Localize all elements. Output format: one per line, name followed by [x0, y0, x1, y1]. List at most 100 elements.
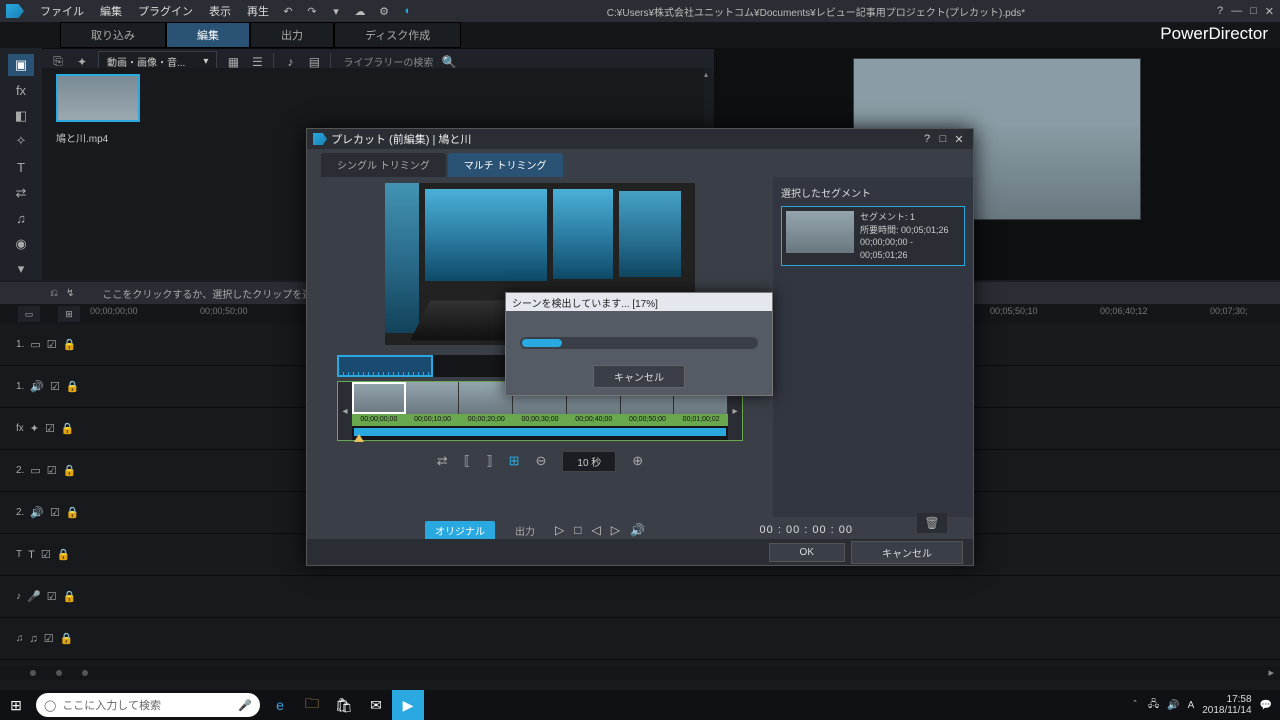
cloud-icon[interactable]: ☁ — [353, 4, 367, 18]
explorer-icon[interactable]: 🗀 — [296, 690, 328, 720]
tool-split-icon[interactable]: ↯ — [66, 288, 74, 299]
minimize-icon[interactable]: ― — [1231, 5, 1242, 18]
taskbar-search[interactable]: ◯ ここに入力して検索 🎤 — [36, 693, 260, 717]
next-frame-icon[interactable]: ▷ — [611, 523, 620, 537]
lock-icon[interactable]: 🔒 — [63, 590, 77, 603]
volume-icon[interactable]: 🔊 — [630, 523, 645, 537]
lock-icon[interactable]: 🔒 — [60, 632, 74, 645]
eye-icon[interactable]: ☑ — [47, 464, 57, 477]
eye-icon[interactable]: ☑ — [47, 590, 57, 603]
chapter-room-icon[interactable]: ▾ — [8, 259, 34, 281]
filmstrip-frame[interactable] — [406, 382, 460, 414]
eye-icon[interactable]: ☑ — [41, 548, 51, 561]
chip-output[interactable]: 出力 — [505, 521, 545, 540]
eye-icon[interactable]: ☑ — [47, 338, 57, 351]
tab-single-trim[interactable]: シングル トリミング — [321, 153, 446, 177]
fx-room-icon[interactable]: fx — [8, 80, 34, 102]
timeline-h-scrollbar[interactable]: ▸ — [0, 666, 1280, 680]
precut-titlebar[interactable]: プレカット (前編集) | 鳩と川 ? □ ✕ — [307, 129, 973, 149]
maximize-icon[interactable]: □ — [935, 133, 951, 145]
eye-icon[interactable]: ☑ — [50, 506, 60, 519]
stop-icon[interactable]: □ — [574, 523, 581, 537]
menu-edit[interactable]: 編集 — [92, 1, 130, 21]
eye-icon[interactable]: ☑ — [45, 422, 55, 435]
zoom-out-icon[interactable]: ⊖ — [535, 453, 546, 469]
voice-track[interactable]: ♪🎤☑🔒 — [0, 576, 1280, 618]
tab-disc[interactable]: ディスク作成 — [334, 22, 461, 48]
play-icon[interactable]: ▷ — [555, 523, 564, 537]
mic-icon[interactable]: 🎤 — [238, 699, 252, 712]
transition-room-icon[interactable]: ⇄ — [8, 182, 34, 204]
help-icon[interactable]: ? — [919, 133, 935, 145]
speaker-icon: 🔊 — [30, 380, 44, 393]
mail-icon[interactable]: ✉ — [360, 690, 392, 720]
lock-icon[interactable]: 🔒 — [57, 548, 71, 561]
store-icon[interactable]: 🛍 — [328, 690, 360, 720]
filmstrip-prev-icon[interactable]: ◂ — [338, 382, 352, 440]
tab-import[interactable]: 取り込み — [60, 22, 166, 48]
segment-panel: 選択したセグメント セグメント: 1 所要時間: 00;05;01;26 00;… — [773, 177, 973, 517]
menu-play[interactable]: 再生 — [239, 1, 277, 21]
library-search[interactable]: ライブラリーの検索 — [339, 54, 433, 69]
notifications-icon[interactable]: 💬 — [1260, 700, 1272, 711]
lock-icon[interactable]: 🔒 — [66, 506, 80, 519]
ruler-mode-a[interactable]: ▭ — [18, 306, 40, 322]
close-icon[interactable]: ✕ — [1265, 5, 1274, 18]
music-track[interactable]: ♫♫☑🔒 — [0, 618, 1280, 660]
audio-room-icon[interactable]: ♫ — [8, 207, 34, 229]
title-room-icon[interactable]: T — [8, 156, 34, 178]
filmstrip-frame[interactable] — [352, 382, 406, 414]
maximize-icon[interactable]: □ — [1250, 5, 1257, 18]
ruler-mode-b[interactable]: ⊞ — [58, 306, 80, 322]
start-button-icon[interactable]: ⊞ — [0, 690, 32, 720]
tray-network-icon[interactable]: 🖧 — [1148, 697, 1159, 714]
zoom-in-icon[interactable]: ⊕ — [632, 453, 643, 469]
ok-button[interactable]: OK — [769, 543, 845, 562]
chip-original[interactable]: オリジナル — [425, 521, 495, 540]
system-tray[interactable]: ＾ 🖧 🔊 A 17:582018/11/14 💬 — [1130, 694, 1280, 716]
zoom-level[interactable]: 10 秒 — [562, 451, 616, 472]
tab-output[interactable]: 出力 — [250, 22, 334, 48]
pip-room-icon[interactable]: ◧ — [8, 105, 34, 127]
tray-chevron-icon[interactable]: ＾ — [1130, 698, 1140, 713]
lock-icon[interactable]: 🔒 — [66, 380, 80, 393]
voice-room-icon[interactable]: ◉ — [8, 233, 34, 255]
save-icon[interactable]: ▾ — [329, 4, 343, 18]
tray-volume-icon[interactable]: 🔊 — [1167, 700, 1179, 711]
settings-gear-icon[interactable]: ⚙ — [377, 4, 391, 18]
tab-multi-trim[interactable]: マルチ トリミング — [448, 153, 563, 177]
menu-file[interactable]: ファイル — [32, 1, 92, 21]
mark-out-icon[interactable]: ⟧ — [486, 453, 492, 469]
edge-icon[interactable]: e — [264, 690, 296, 720]
powerdirector-taskbar-icon[interactable]: ▶ — [392, 690, 424, 720]
taskbar-clock[interactable]: 17:582018/11/14 — [1202, 694, 1251, 716]
playhead-marker-icon[interactable] — [354, 434, 364, 442]
menu-plugin[interactable]: プラグイン — [130, 1, 201, 21]
filmstrip-selection[interactable] — [354, 428, 726, 436]
progress-cancel-button[interactable]: キャンセル — [593, 365, 685, 388]
menu-view[interactable]: 表示 — [201, 1, 239, 21]
particle-room-icon[interactable]: ✧ — [8, 131, 34, 153]
tab-edit[interactable]: 編集 — [166, 22, 250, 48]
lock-icon[interactable]: 🔒 — [63, 464, 77, 477]
lock-icon[interactable]: 🔒 — [61, 422, 75, 435]
ai-icon[interactable]: ◐ — [401, 4, 415, 18]
segment-item[interactable]: セグメント: 1 所要時間: 00;05;01;26 00;00;00;00 -… — [781, 206, 965, 266]
help-icon[interactable]: ? — [1217, 5, 1223, 18]
media-room-icon[interactable]: ▣ — [8, 54, 34, 76]
close-icon[interactable]: ✕ — [951, 133, 967, 146]
delete-segment-icon[interactable]: 🗑 — [917, 513, 947, 533]
mark-in-icon[interactable]: ⟦ — [464, 453, 470, 469]
prev-frame-icon[interactable]: ◁ — [591, 523, 600, 537]
undo-icon[interactable]: ↶ — [281, 4, 295, 18]
cancel-button[interactable]: キャンセル — [851, 541, 963, 564]
scene-detect-icon[interactable]: ⊞ — [509, 453, 520, 469]
lock-icon[interactable]: 🔒 — [63, 338, 77, 351]
tray-ime-icon[interactable]: A — [1188, 700, 1195, 711]
clip-thumbnail[interactable] — [56, 74, 140, 122]
eye-icon[interactable]: ☑ — [44, 632, 54, 645]
eye-icon[interactable]: ☑ — [50, 380, 60, 393]
tool-icon[interactable]: ⎌ — [50, 288, 58, 299]
swap-icon[interactable]: ⇄ — [437, 453, 448, 469]
redo-icon[interactable]: ↷ — [305, 4, 319, 18]
